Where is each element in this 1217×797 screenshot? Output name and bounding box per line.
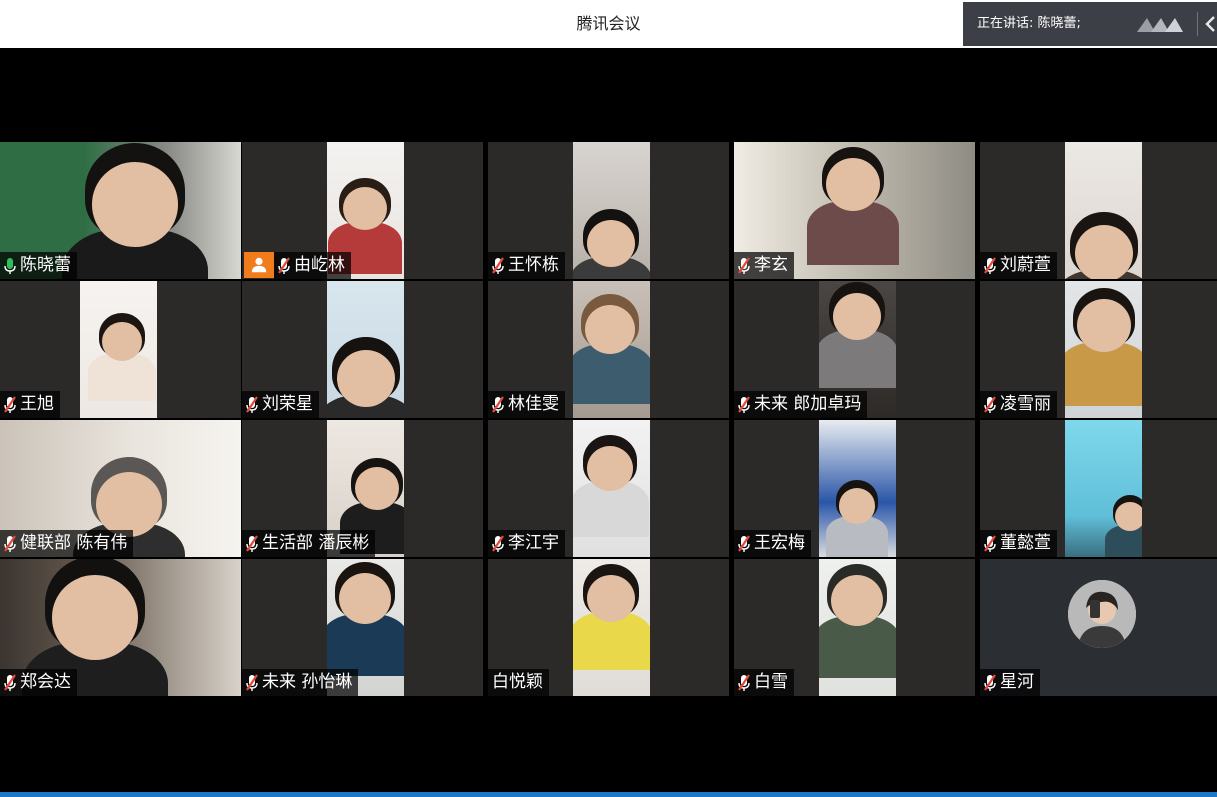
participant-tile[interactable]: 未来 孙怡琳 [242,559,483,696]
participant-tile[interactable]: 林佳雯 [488,281,729,418]
muted-microphone-icon [4,395,16,413]
participant-tile[interactable]: 王旭 [0,281,241,418]
speaking-indicator-panel: 正在讲话: 陈晓蕾; [963,2,1217,46]
participant-video [1065,281,1142,418]
tencent-meeting-logo-icon [1137,18,1183,32]
participant-name-tag: 白悦颖 [488,669,549,696]
muted-microphone-icon [984,534,996,552]
participant-name-tag: 白雪 [734,669,794,696]
participant-video [1065,420,1142,557]
participant-name-tag: 刘荣星 [242,391,319,418]
participant-name: 白悦颖 [492,672,543,692]
muted-microphone-icon [738,673,750,691]
muted-microphone-icon [738,534,750,552]
participant-name: 健联部 陈有伟 [20,533,128,553]
participant-name: 林佳雯 [508,394,559,414]
muted-microphone-icon [492,256,504,274]
muted-microphone-icon [246,534,258,552]
participant-name: 郑会达 [20,672,71,692]
participant-tile[interactable]: 李玄 [734,142,975,279]
participant-tile[interactable]: 白雪 [734,559,975,696]
participant-video [573,281,650,418]
participant-name-tag: 健联部 陈有伟 [0,530,134,557]
participant-name: 李江宇 [508,533,559,553]
speaking-indicator-text: 正在讲话: 陈晓蕾; [977,16,1081,31]
microphone-icon [4,257,16,274]
participant-name: 王旭 [20,394,54,414]
chevron-left-icon[interactable] [1203,14,1217,34]
participant-tile[interactable]: 未来 郎加卓玛 [734,281,975,418]
participant-name: 未来 郎加卓玛 [754,394,862,414]
participant-video [573,559,650,696]
participant-name: 刘蔚萱 [1000,255,1051,275]
participant-tile[interactable]: 李江宇 [488,420,729,557]
participant-name: 王宏梅 [754,533,805,553]
participant-tile[interactable]: 陈晓蕾 [0,142,241,279]
participant-tile[interactable]: 生活部 潘辰彬 [242,420,483,557]
participant-video [819,559,896,696]
participant-name-tag: 林佳雯 [488,391,565,418]
video-grid: 陈晓蕾 由屹林 王怀栋 李玄 刘蔚萱王旭 刘荣星 林佳雯 未来 郎加卓玛 凌雪丽健联部 陈有伟 生… [0,142,1217,698]
participant-tile[interactable]: 王怀栋 [488,142,729,279]
participant-video [573,420,650,557]
participant-name-tag: 未来 郎加卓玛 [734,391,868,418]
participant-name: 刘荣星 [262,394,313,414]
participant-name-tag: 郑会达 [0,669,77,696]
participant-name-tag: 陈晓蕾 [0,252,77,279]
participant-name: 陈晓蕾 [20,255,71,275]
participant-video [1065,142,1142,279]
participant-name: 生活部 潘辰彬 [262,533,370,553]
participant-tile[interactable]: 由屹林 [242,142,483,279]
participant-name-tag: 王旭 [0,391,60,418]
muted-microphone-icon [246,395,258,413]
host-person-icon [244,252,274,278]
participant-tile[interactable]: 凌雪丽 [980,281,1217,418]
participant-tile[interactable]: 刘蔚萱 [980,142,1217,279]
panel-divider [1197,12,1198,36]
participant-name-tag: 王怀栋 [488,252,565,279]
participant-video [327,281,404,418]
participant-tile[interactable]: 董懿萱 [980,420,1217,557]
muted-microphone-icon [4,673,16,691]
participant-name-tag: 刘蔚萱 [980,252,1057,279]
participant-name-tag: 生活部 潘辰彬 [242,530,376,557]
muted-microphone-icon [246,673,258,691]
participant-name-tag: 星河 [980,669,1040,696]
participant-tile[interactable]: 刘荣星 [242,281,483,418]
participant-name-tag: 凌雪丽 [980,391,1057,418]
participant-name-tag: 董懿萱 [980,530,1057,557]
muted-microphone-icon [278,256,290,274]
muted-microphone-icon [4,534,16,552]
participant-tile[interactable]: 郑会达 [0,559,241,696]
participant-tile[interactable]: 王宏梅 [734,420,975,557]
avatar [1068,580,1136,648]
participant-name-tag: 李玄 [734,252,794,279]
participant-name: 由屹林 [294,255,345,275]
participant-name-tag: 未来 孙怡琳 [242,669,359,696]
muted-microphone-icon [738,256,750,274]
participant-name: 星河 [1000,672,1034,692]
participant-name-tag: 李江宇 [488,530,565,557]
participant-name: 李玄 [754,255,788,275]
muted-microphone-icon [492,534,504,552]
muted-microphone-icon [738,395,750,413]
participant-name: 凌雪丽 [1000,394,1051,414]
participant-video [819,420,896,557]
participant-video [573,142,650,279]
participant-name: 董懿萱 [1000,533,1051,553]
participant-tile[interactable]: 健联部 陈有伟 [0,420,241,557]
participant-name-tag: 由屹林 [274,252,351,279]
participant-video [80,281,157,418]
muted-microphone-icon [492,395,504,413]
participant-name: 白雪 [754,672,788,692]
muted-microphone-icon [984,256,996,274]
participant-name: 王怀栋 [508,255,559,275]
muted-microphone-icon [984,395,996,413]
bottom-progress-strip [0,792,1217,797]
participant-name-tag: 王宏梅 [734,530,811,557]
participant-name: 未来 孙怡琳 [262,672,353,692]
participant-tile[interactable]: 白悦颖 [488,559,729,696]
muted-microphone-icon [984,673,996,691]
